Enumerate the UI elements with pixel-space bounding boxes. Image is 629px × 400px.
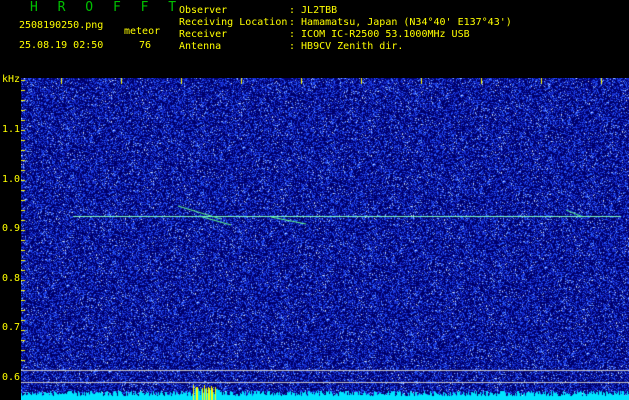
app-title: H R O F F T bbox=[30, 0, 183, 15]
unit-label: kHz bbox=[2, 74, 21, 85]
y-tick: 0.8 bbox=[2, 273, 21, 284]
location-value: : Hamamatsu, Japan (N34°40' E137°43') bbox=[289, 17, 512, 28]
header-panel: H R O F F T 2508190250.png 25.08.19 02:5… bbox=[0, 0, 629, 78]
filename: 2508190250.png bbox=[19, 20, 104, 31]
y-tick: 0.7 bbox=[2, 322, 21, 333]
y-tick: 1.0 bbox=[2, 174, 21, 185]
count: 76 bbox=[139, 40, 152, 51]
receiver-value: : ICOM IC-R2500 53.1000MHz USB bbox=[289, 29, 470, 40]
spectrogram[interactable] bbox=[21, 78, 629, 400]
y-tick: 1.1 bbox=[2, 124, 21, 135]
y-tick: 0.9 bbox=[2, 223, 21, 234]
observer-label: Observer bbox=[179, 5, 228, 16]
antenna-label: Antenna bbox=[179, 41, 222, 52]
y-tick: 0.6 bbox=[2, 372, 21, 383]
receiver-label: Receiver bbox=[179, 29, 228, 40]
location-label: Receiving Location bbox=[179, 17, 288, 28]
antenna-value: : HB9CV Zenith dir. bbox=[289, 41, 404, 52]
datetime: 25.08.19 02:50 bbox=[19, 40, 104, 51]
observer-value: : JL2TBB bbox=[289, 5, 338, 16]
mode-label: meteor bbox=[124, 26, 161, 37]
